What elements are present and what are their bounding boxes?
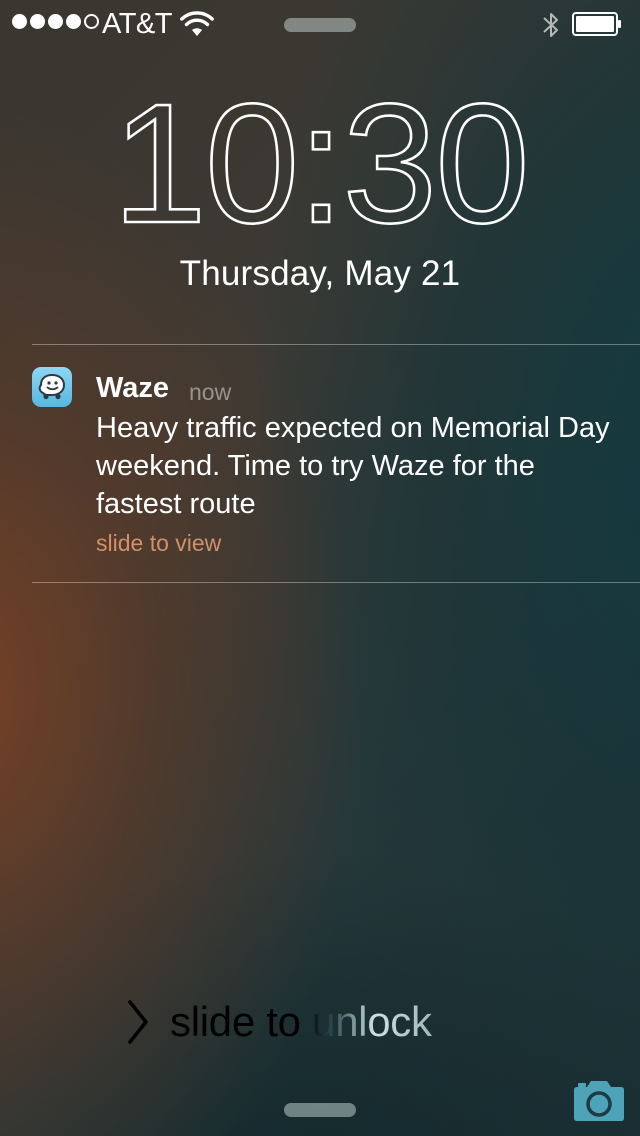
chevron-right-icon [128,1000,148,1044]
slide-to-view-label[interactable]: slide to view [96,530,221,557]
date-label: Thursday, May 21 [179,254,461,293]
signal-dot [66,14,81,29]
clock-time: 10:30 [112,92,527,232]
signal-strength-icon [12,14,99,29]
lock-screen: AT&T 10:30 Thursday, May 21 Waze now Hea… [0,0,640,1136]
wifi-icon [180,11,214,36]
notification-app-name: Waze [96,372,170,404]
camera-icon[interactable] [570,1078,628,1124]
clock: 10:30 [111,92,530,232]
battery-icon [572,12,621,36]
control-center-grabber[interactable] [284,1103,356,1117]
notification-center-grabber[interactable] [284,18,356,32]
notification-item[interactable]: Waze now Heavy traffic expected on Memor… [0,345,640,581]
status-bar: AT&T [0,0,640,48]
signal-dot [48,14,63,29]
signal-dot [30,14,45,29]
signal-dot [12,14,27,29]
divider [32,582,640,583]
carrier-label: AT&T [102,8,172,40]
waze-app-icon [32,367,72,407]
notification-time: now [189,379,232,405]
signal-dot [84,14,99,29]
notification-message: Heavy traffic expected on Memorial Day w… [96,412,610,520]
bluetooth-icon [543,13,558,37]
slide-to-unlock-label: slide to unlock [170,998,432,1045]
slide-to-unlock[interactable]: slide to unlock [126,994,432,1050]
